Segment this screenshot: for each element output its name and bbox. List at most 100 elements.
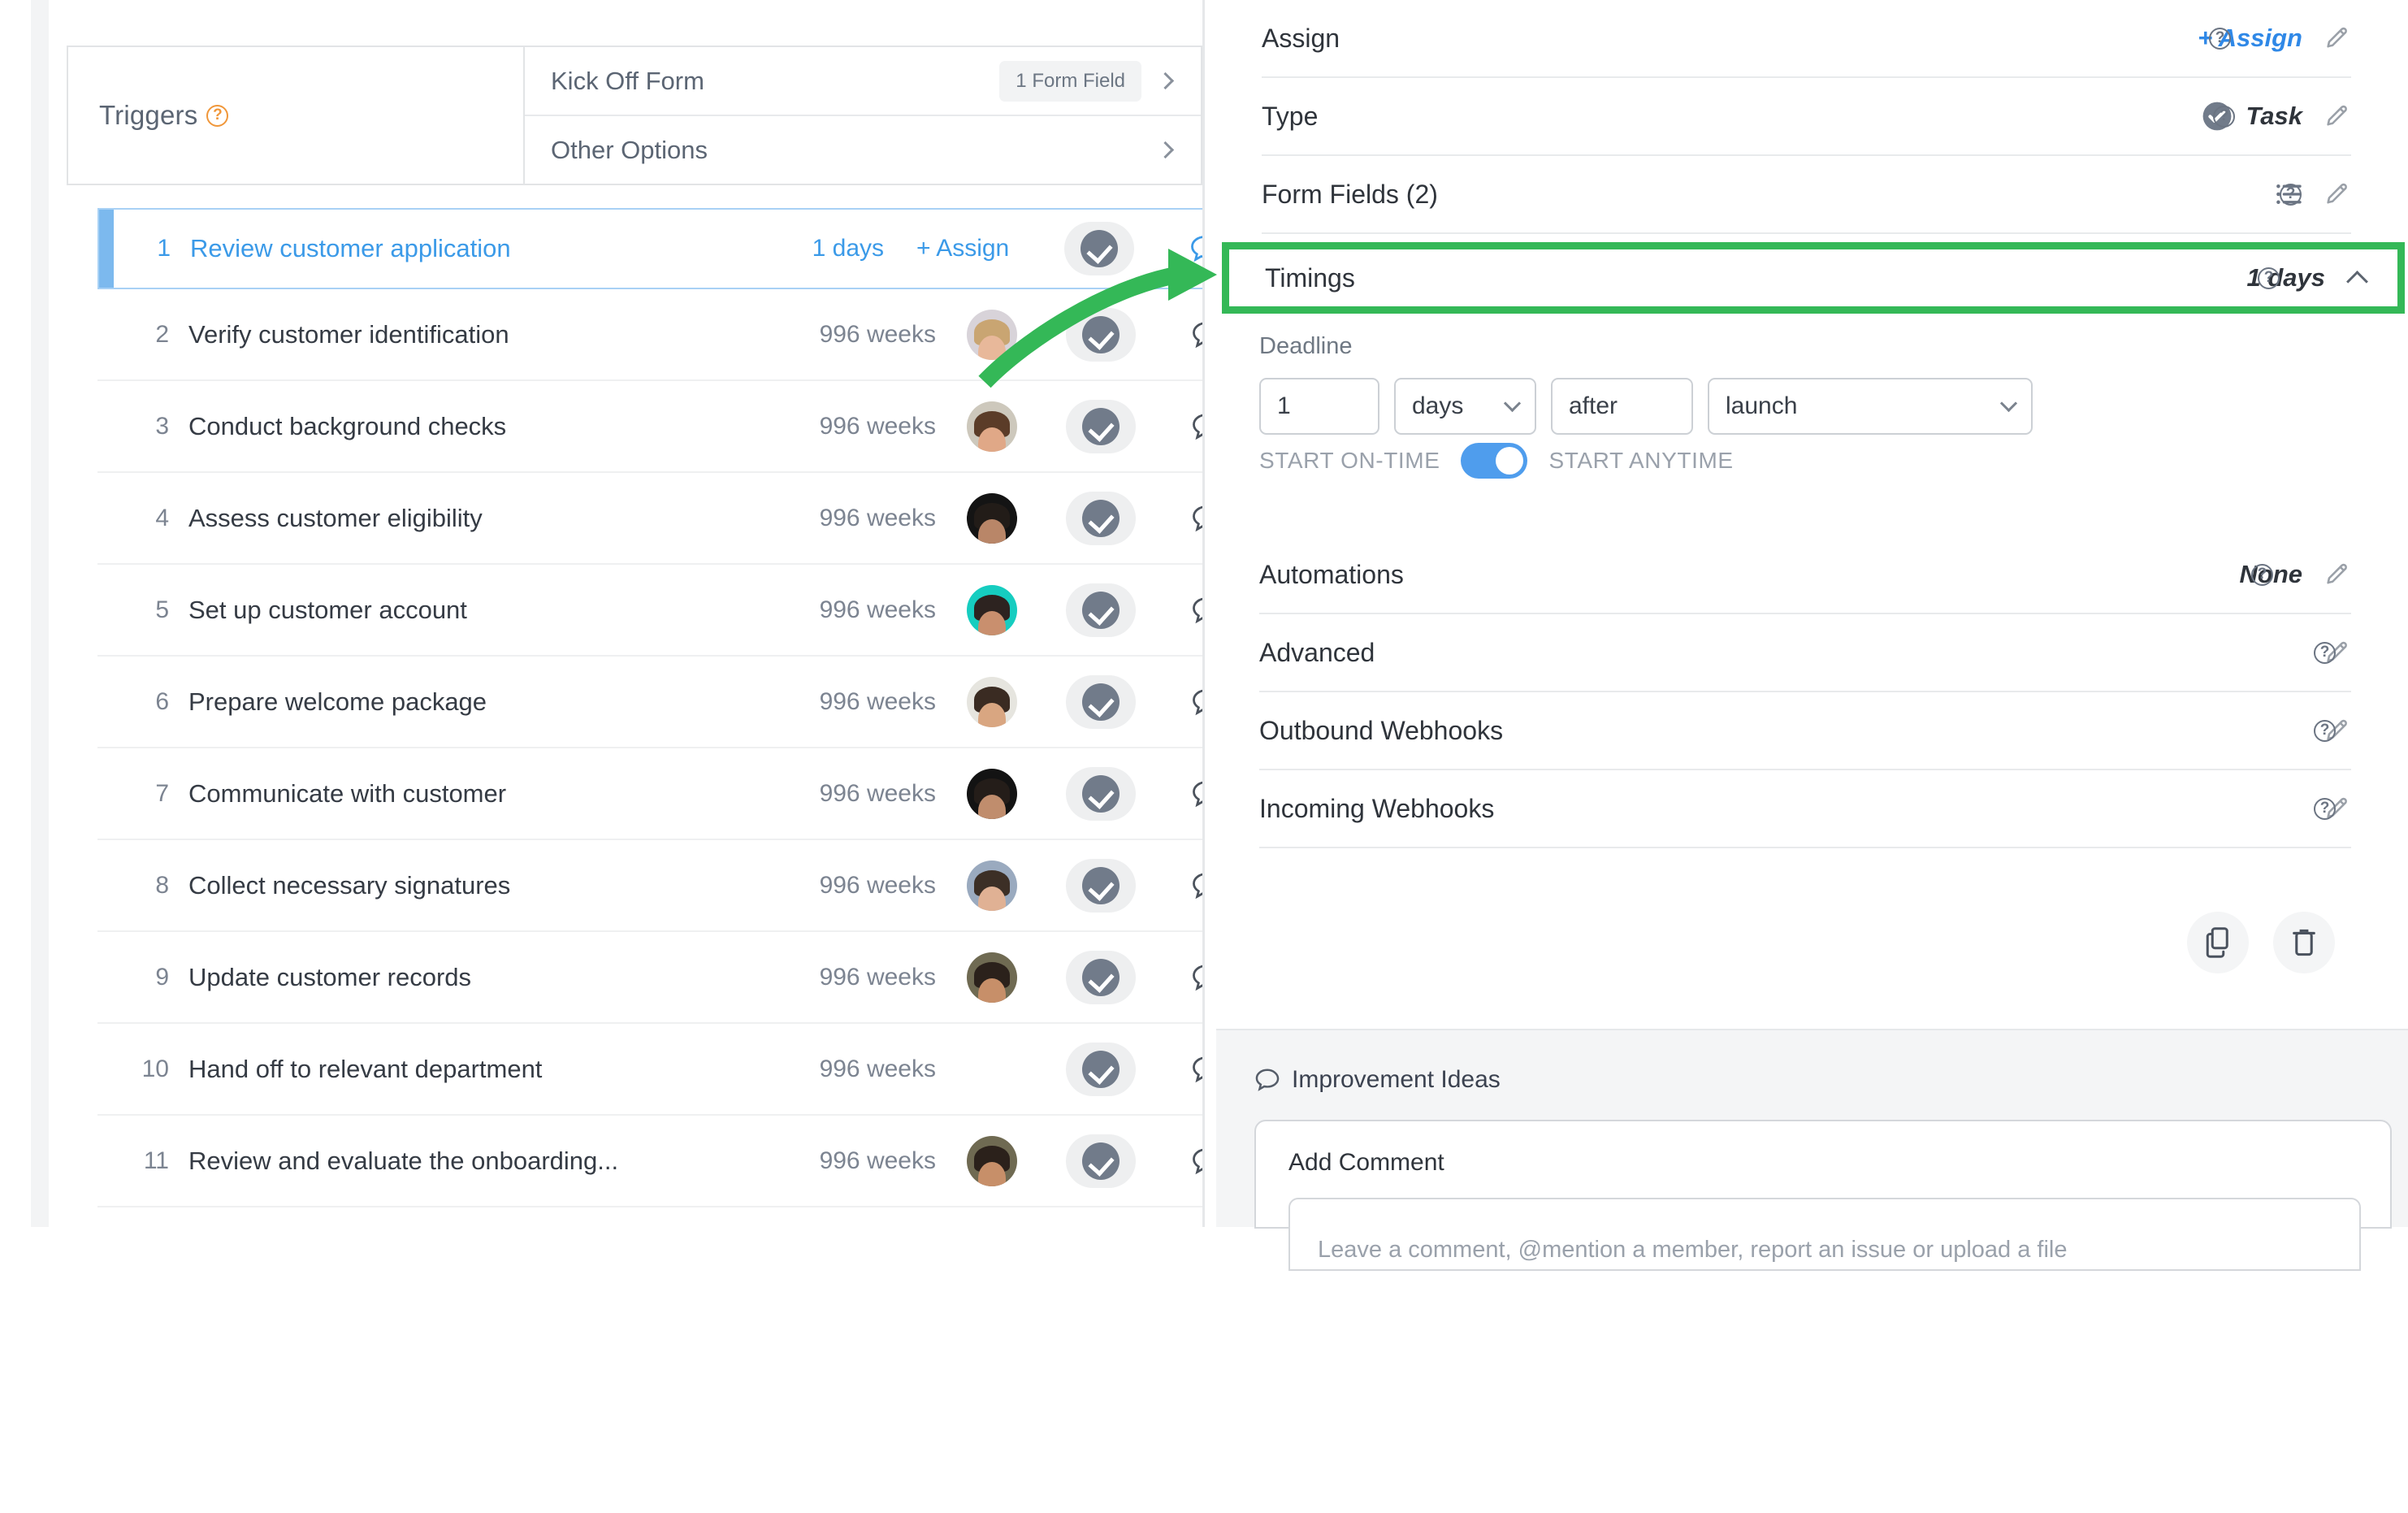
help-icon[interactable]: ? xyxy=(2209,27,2231,50)
pencil-icon[interactable] xyxy=(2324,561,2351,588)
task-complete-cell[interactable] xyxy=(1040,766,1162,821)
start-anytime-label[interactable]: START ANYTIME xyxy=(1548,448,1733,474)
task-complete-cell[interactable] xyxy=(1040,1134,1162,1188)
avatar[interactable] xyxy=(967,492,1017,544)
detail-section-row[interactable]: Type? Task xyxy=(1262,78,2351,156)
pencil-icon[interactable] xyxy=(2324,24,2351,52)
detail-section-row[interactable]: Assign? + Assign xyxy=(1262,0,2351,78)
task-assignee-cell[interactable] xyxy=(944,492,1040,544)
task-complete-toggle[interactable] xyxy=(1066,1042,1136,1096)
help-icon[interactable]: ? xyxy=(2251,563,2273,586)
help-icon[interactable]: ? xyxy=(2314,641,2336,664)
task-row[interactable]: 6 Prepare welcome package 996 weeks xyxy=(97,657,1251,748)
task-assignee-cell[interactable] xyxy=(944,1135,1040,1186)
task-title[interactable]: Review customer application xyxy=(190,234,721,263)
detail-section-row[interactable]: Outbound Webhooks? xyxy=(1259,692,2351,770)
start-mode-toggle[interactable] xyxy=(1461,443,1528,479)
task-row[interactable]: 5 Set up customer account 996 weeks xyxy=(97,565,1251,657)
help-icon[interactable]: ? xyxy=(2314,719,2336,742)
trigger-option-kick-off-form[interactable]: Kick Off Form 1 Form Field xyxy=(525,47,1201,116)
task-title[interactable]: Update customer records xyxy=(188,963,741,992)
task-title[interactable]: Verify customer identification xyxy=(188,320,741,349)
task-row[interactable]: 11 Review and evaluate the onboarding... 9… xyxy=(97,1116,1251,1207)
task-row[interactable]: 3 Conduct background checks 996 weeks xyxy=(97,381,1251,473)
detail-section-row[interactable]: Automations? None xyxy=(1259,536,2351,614)
task-row[interactable]: 10 Hand off to relevant department 996 wee… xyxy=(97,1024,1251,1116)
help-icon[interactable]: ? xyxy=(2280,183,2302,206)
task-assignee-cell[interactable] xyxy=(944,401,1040,452)
task-complete-cell[interactable] xyxy=(1040,399,1162,453)
task-duration[interactable]: 996 weeks xyxy=(741,505,944,532)
task-title[interactable]: Communicate with customer xyxy=(188,779,741,809)
task-title[interactable]: Review and evaluate the onboarding... xyxy=(188,1147,741,1176)
task-complete-cell[interactable] xyxy=(1040,858,1162,913)
deadline-unit-select[interactable]: days xyxy=(1394,378,1536,435)
triggers-label-cell[interactable]: Triggers ? xyxy=(68,47,525,184)
task-complete-toggle[interactable] xyxy=(1066,950,1136,1004)
task-assignee-cell[interactable] xyxy=(944,676,1040,727)
detail-section-row[interactable]: Incoming Webhooks? xyxy=(1259,770,2351,848)
task-duration[interactable]: 1 days xyxy=(721,235,892,262)
task-duration[interactable]: 996 weeks xyxy=(741,872,944,900)
task-row[interactable]: 8 Collect necessary signatures 996 weeks xyxy=(97,840,1251,932)
task-complete-cell[interactable] xyxy=(1040,674,1162,729)
avatar[interactable] xyxy=(967,676,1017,727)
task-duration[interactable]: 996 weeks xyxy=(741,780,944,808)
avatar[interactable] xyxy=(967,584,1017,635)
deadline-amount-input[interactable]: 1 xyxy=(1259,378,1379,435)
detail-section-row[interactable]: Form Fields (2)? xyxy=(1262,156,2351,234)
avatar[interactable] xyxy=(967,401,1017,452)
task-complete-toggle[interactable] xyxy=(1066,858,1136,913)
start-on-time-label[interactable]: START ON-TIME xyxy=(1259,448,1440,474)
task-duration[interactable]: 996 weeks xyxy=(741,413,944,440)
task-complete-toggle[interactable] xyxy=(1066,1134,1136,1188)
delete-button[interactable] xyxy=(2273,912,2335,973)
task-duration[interactable]: 996 weeks xyxy=(741,596,944,624)
task-row[interactable]: 7 Communicate with customer 996 weeks xyxy=(97,748,1251,840)
comment-input[interactable]: Leave a comment, @mention a member, repo… xyxy=(1288,1198,2361,1271)
task-title[interactable]: Hand off to relevant department xyxy=(188,1055,741,1084)
task-complete-cell[interactable] xyxy=(1040,1042,1162,1096)
pencil-icon[interactable] xyxy=(2324,102,2351,130)
task-complete-cell[interactable] xyxy=(1040,583,1162,637)
task-complete-toggle[interactable] xyxy=(1066,674,1136,729)
avatar[interactable] xyxy=(967,1135,1017,1186)
task-complete-cell[interactable] xyxy=(1040,950,1162,1004)
task-complete-toggle[interactable] xyxy=(1066,399,1136,453)
task-duration[interactable]: 996 weeks xyxy=(741,321,944,349)
chevron-up-icon[interactable] xyxy=(2346,270,2368,293)
task-duration[interactable]: 996 weeks xyxy=(741,1056,944,1083)
pencil-icon[interactable] xyxy=(2324,180,2351,208)
task-title[interactable]: Prepare welcome package xyxy=(188,687,741,717)
task-complete-toggle[interactable] xyxy=(1066,766,1136,821)
trigger-option-other-options[interactable]: Other Options xyxy=(525,116,1201,184)
task-title[interactable]: Assess customer eligibility xyxy=(188,504,741,533)
timings-section-row[interactable]: Timings ? 1 days xyxy=(1229,249,2397,306)
detail-section-row[interactable]: Advanced? xyxy=(1259,614,2351,692)
help-icon[interactable]: ? xyxy=(2258,267,2280,289)
task-complete-toggle[interactable] xyxy=(1066,583,1136,637)
task-title[interactable]: Conduct background checks xyxy=(188,412,741,441)
task-assignee-cell[interactable] xyxy=(944,860,1040,911)
duplicate-button[interactable] xyxy=(2187,912,2249,973)
task-assignee-cell[interactable] xyxy=(944,584,1040,635)
deadline-relation-field[interactable]: after xyxy=(1551,378,1693,435)
task-assignee-cell[interactable] xyxy=(944,768,1040,819)
task-duration[interactable]: 996 weeks xyxy=(741,688,944,716)
task-duration[interactable]: 996 weeks xyxy=(741,964,944,991)
avatar[interactable] xyxy=(967,768,1017,819)
task-row[interactable]: 4 Assess customer eligibility 996 weeks xyxy=(97,473,1251,565)
help-icon[interactable]: ? xyxy=(206,104,229,127)
task-complete-cell[interactable] xyxy=(1040,491,1162,545)
help-icon[interactable]: ? xyxy=(2314,797,2336,820)
task-assignee-cell[interactable] xyxy=(944,952,1040,1003)
deadline-anchor-select[interactable]: launch xyxy=(1708,378,2033,435)
avatar[interactable] xyxy=(967,860,1017,911)
task-complete-toggle[interactable] xyxy=(1066,491,1136,545)
task-row[interactable]: 9 Update customer records 996 weeks xyxy=(97,932,1251,1024)
task-duration[interactable]: 996 weeks xyxy=(741,1147,944,1175)
help-icon[interactable]: ? xyxy=(2213,105,2235,128)
task-title[interactable]: Collect necessary signatures xyxy=(188,871,741,900)
avatar[interactable] xyxy=(967,952,1017,1003)
task-title[interactable]: Set up customer account xyxy=(188,596,741,625)
